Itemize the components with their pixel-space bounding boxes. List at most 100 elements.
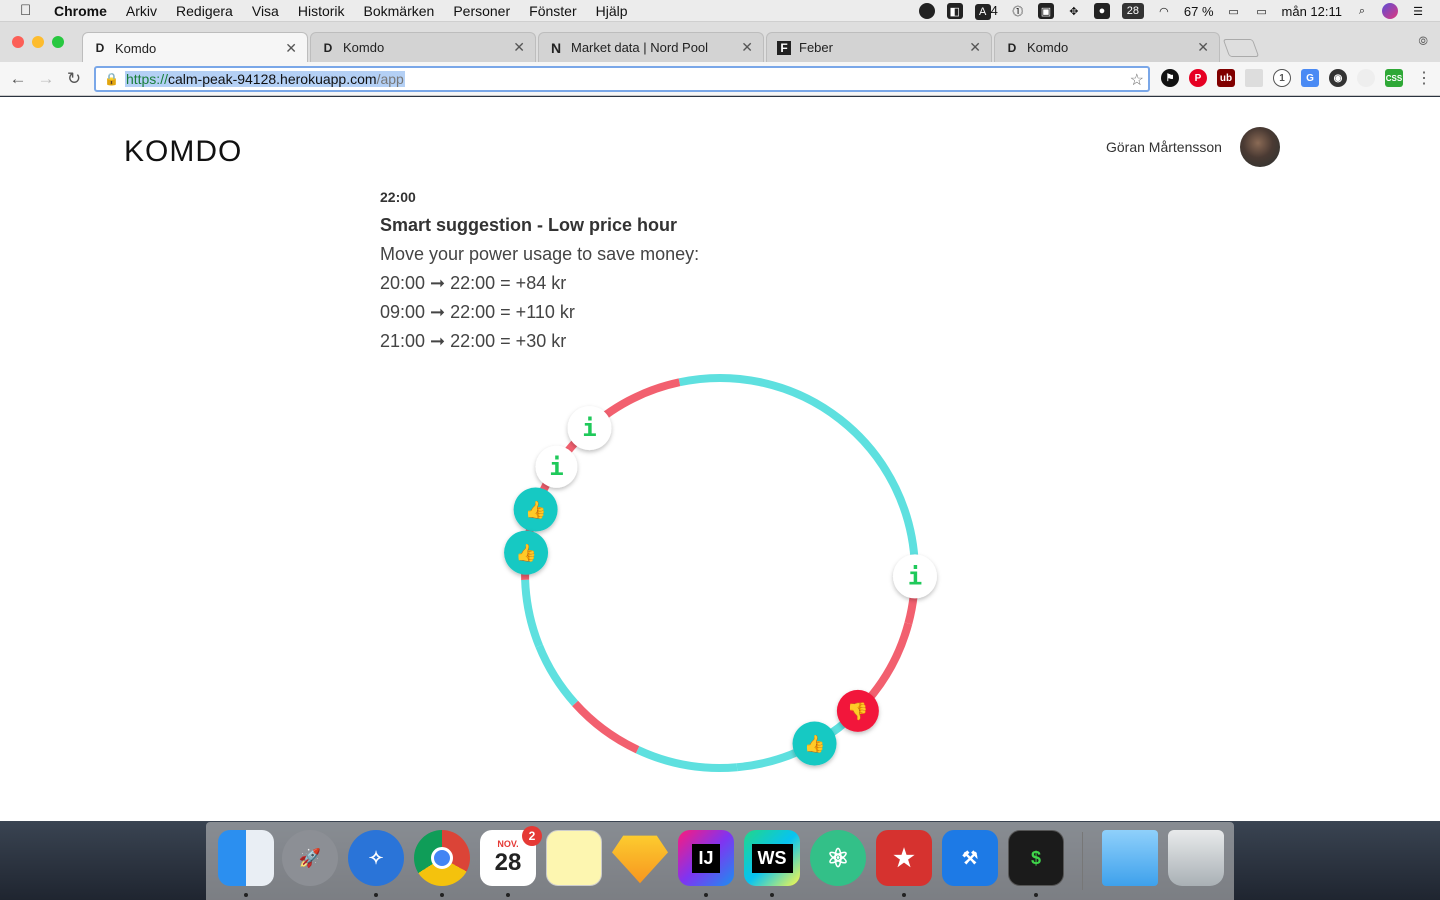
extension-icon-2[interactable] <box>1245 69 1263 87</box>
tab-komdo-1[interactable]: D Komdo ✕ <box>82 32 308 63</box>
menu-bokmarken[interactable]: Bokmärken <box>364 3 435 19</box>
chrome-toolbar: ← → ↻ 🔒 https://calm-peak-94128.herokuap… <box>0 62 1440 96</box>
menu-hjalp[interactable]: Hjälp <box>596 3 628 19</box>
tray-app-icon-4[interactable]: ● <box>1093 3 1110 19</box>
extension-icon-1[interactable]: ⚑ <box>1161 69 1179 87</box>
running-indicator <box>770 893 774 897</box>
calendar-icon[interactable]: NOV. 28 2 <box>480 826 542 886</box>
dock-separator <box>1082 832 1083 890</box>
tray-app-icon-3[interactable]: ▣ <box>1037 3 1054 19</box>
menu-historik[interactable]: Historik <box>298 3 345 19</box>
ublock-icon[interactable]: ub <box>1217 69 1235 87</box>
webstorm-icon[interactable]: WS <box>744 830 800 886</box>
tab-komdo-2[interactable]: D Komdo ✕ <box>310 32 536 62</box>
terminal-icon[interactable]: $ <box>1008 830 1064 886</box>
zoom-window-button[interactable] <box>52 36 64 48</box>
komdo-logo[interactable]: KOMDO <box>124 135 242 169</box>
intellij-icon[interactable]: IJ <box>678 830 734 886</box>
launchpad-icon[interactable]: 🚀 <box>282 830 338 886</box>
user-name[interactable]: Göran Mårtensson <box>1106 139 1222 155</box>
lock-icon: 🔒 <box>104 72 119 86</box>
address-bar[interactable]: 🔒 https://calm-peak-94128.herokuapp.com/… <box>94 66 1150 92</box>
dropbox-icon[interactable]: ✥ <box>1066 3 1082 19</box>
thumbs-up-icon: 👍 <box>804 734 825 755</box>
tray-app-icon[interactable] <box>918 3 935 19</box>
adobe-icon[interactable]: A4 <box>974 3 998 20</box>
thumbs-up-marker[interactable]: 👍 <box>792 721 837 766</box>
komdo-favicon-icon: D <box>1007 40 1017 55</box>
onepassword-icon[interactable]: ⓵ <box>1010 3 1026 19</box>
close-tab-icon[interactable]: ✕ <box>285 40 297 57</box>
safari-icon[interactable]: ✧ <box>348 830 404 886</box>
tab-nord-pool[interactable]: N Market data | Nord Pool ✕ <box>538 32 764 62</box>
menu-fonster[interactable]: Fönster <box>529 3 576 19</box>
menu-redigera[interactable]: Redigera <box>176 3 233 19</box>
atom-icon[interactable]: ⚛ <box>810 830 866 886</box>
suggestion-line: 09:00 ➞ 22:00 = +110 kr <box>380 302 575 322</box>
notification-center-icon[interactable]: ☰ <box>1410 3 1426 19</box>
sketch-icon[interactable] <box>612 835 668 884</box>
wifi-icon[interactable]: ◠ <box>1156 3 1172 19</box>
menu-visa[interactable]: Visa <box>252 3 279 19</box>
running-indicator <box>1034 893 1038 897</box>
info-marker[interactable]: i <box>567 406 612 451</box>
notes-icon[interactable] <box>546 830 602 886</box>
close-tab-icon[interactable]: ✕ <box>1197 39 1209 56</box>
siri-icon[interactable] <box>1382 3 1398 19</box>
close-tab-icon[interactable]: ✕ <box>741 39 753 56</box>
info-marker[interactable]: i <box>892 554 937 599</box>
info-marker[interactable]: i <box>535 445 578 488</box>
thumbs-up-icon: 👍 <box>515 543 536 564</box>
reload-icon[interactable]: ↻ <box>60 69 88 89</box>
wunderlist-icon[interactable]: ★ <box>876 830 932 886</box>
css-extension-icon[interactable]: CSS <box>1385 69 1403 87</box>
translate-icon[interactable]: G <box>1301 69 1319 87</box>
menu-chrome[interactable]: Chrome <box>54 3 107 19</box>
onepassword-ext-icon[interactable]: 1 <box>1273 69 1291 87</box>
back-icon[interactable]: ← <box>4 69 32 89</box>
tab-title: Komdo <box>115 40 157 56</box>
tab-feber[interactable]: F Feber ✕ <box>766 32 992 62</box>
clock[interactable]: mån 12:11 <box>1282 4 1342 19</box>
menu-personer[interactable]: Personer <box>453 3 510 19</box>
battery-icon[interactable]: ▭ <box>1226 3 1242 19</box>
apple-icon[interactable]:  <box>20 2 40 19</box>
tab-title: Market data | Nord Pool <box>571 40 709 55</box>
spotlight-icon[interactable]: ⌕ <box>1354 3 1370 19</box>
pinterest-icon[interactable]: P <box>1189 69 1207 87</box>
forward-icon[interactable]: → <box>32 69 60 89</box>
running-indicator <box>374 893 378 897</box>
status-tray: ◧ A4 ⓵ ▣ ✥ ● 28 ◠ 67 % ▭ ▭ mån 12:11 ⌕ ☰ <box>918 0 1426 22</box>
tab-title: Feber <box>799 40 833 55</box>
close-tab-icon[interactable]: ✕ <box>513 39 525 56</box>
extension-icon-4[interactable] <box>1357 69 1375 87</box>
minimize-window-button[interactable] <box>32 36 44 48</box>
thumbs-down-marker[interactable]: 👎 <box>836 689 879 732</box>
finder-icon[interactable] <box>218 830 274 886</box>
thumbs-up-marker[interactable]: 👍 <box>504 530 549 575</box>
chrome-tab-strip: D Komdo ✕ D Komdo ✕ N Market data | Nord… <box>0 22 1440 63</box>
chrome-menu-icon[interactable]: ⋮ <box>1416 68 1432 88</box>
trash-icon[interactable] <box>1168 830 1224 886</box>
nordpool-favicon-icon: N <box>550 39 562 56</box>
battery-percent[interactable]: 67 % <box>1184 4 1214 19</box>
new-tab-button[interactable] <box>1222 39 1260 57</box>
running-indicator <box>704 893 708 897</box>
folder-icon[interactable] <box>1102 830 1158 886</box>
extension-icon-3[interactable]: ◉ <box>1329 69 1347 87</box>
url-text[interactable]: https://calm-peak-94128.herokuapp.com/ap… <box>124 71 405 87</box>
calendar-tray-icon[interactable]: 28 <box>1121 3 1144 19</box>
thumbs-up-marker[interactable]: 👍 <box>513 487 558 532</box>
menu-arkiv[interactable]: Arkiv <box>126 3 157 19</box>
tab-komdo-3[interactable]: D Komdo ✕ <box>994 32 1220 62</box>
tray-app-icon-2[interactable]: ◧ <box>946 3 963 19</box>
thumbs-down-icon: 👎 <box>847 702 868 722</box>
close-tab-icon[interactable]: ✕ <box>969 39 981 56</box>
close-window-button[interactable] <box>12 36 24 48</box>
profile-icon[interactable]: ⦾ <box>1418 34 1428 49</box>
chrome-icon[interactable] <box>414 830 470 886</box>
xcode-icon[interactable]: ⚒ <box>942 830 998 886</box>
airplay-icon[interactable]: ▭ <box>1254 3 1270 19</box>
bookmark-star-icon[interactable]: ☆ <box>1130 70 1144 90</box>
avatar[interactable] <box>1240 127 1280 167</box>
